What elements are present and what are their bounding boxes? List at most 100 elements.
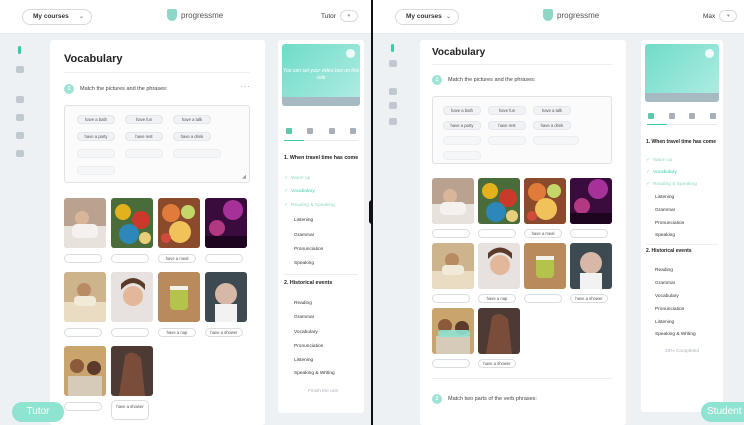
check-icon: ✓ [646, 170, 651, 175]
answer-slot[interactable] [432, 294, 470, 303]
answer-slot[interactable]: have a nap [158, 328, 196, 337]
phrase-chip[interactable]: have a drink [533, 121, 571, 130]
answer-slot[interactable] [111, 328, 149, 337]
notes-icon[interactable] [16, 96, 24, 103]
lesson-link[interactable]: ✓ Vocabulary [284, 189, 315, 194]
lesson-link[interactable]: Grammar [655, 281, 675, 286]
lesson-link[interactable]: Pronunciation [655, 307, 684, 312]
picture-drink [524, 243, 566, 289]
used-phrase-chip [443, 136, 481, 145]
answer-slot[interactable]: have a meal [524, 229, 562, 238]
answer-slot[interactable] [64, 402, 102, 411]
resize-handle-icon[interactable]: ◢ [242, 174, 246, 180]
picture-shower [205, 272, 247, 322]
lesson-link[interactable]: Listening [294, 218, 313, 223]
lesson-link[interactable]: Reading [655, 268, 673, 273]
task-instruction: Match the pictures and the phrases: [80, 86, 168, 92]
my-courses-label: My courses [33, 13, 69, 20]
lesson-link[interactable]: Vocabulary [294, 330, 318, 335]
lesson-link[interactable]: ✓ Warm up [284, 176, 310, 181]
answer-slot[interactable] [432, 229, 470, 238]
phrase-chip[interactable]: have a drink [173, 132, 211, 141]
page-title: Vocabulary [64, 53, 123, 65]
lesson-link[interactable]: Listening [655, 195, 674, 200]
picture-meal [158, 198, 200, 248]
stats-tab-icon[interactable] [350, 128, 357, 134]
lesson-link[interactable]: Speaking [655, 233, 675, 238]
lesson-tab-icon[interactable] [285, 128, 292, 134]
answer-slot[interactable] [570, 229, 608, 238]
lesson-link[interactable]: Listening [655, 320, 674, 325]
answer-slot[interactable] [205, 254, 243, 263]
lesson-tab-icon[interactable] [648, 113, 655, 119]
chevron-down-icon: ▾ [339, 10, 358, 22]
phrase-chip[interactable]: have rest [488, 121, 526, 130]
lesson-link[interactable]: Grammar [294, 233, 314, 238]
used-phrase-chip [173, 149, 221, 158]
user-menu[interactable]: Tutor ▾ [321, 10, 358, 22]
answer-slot[interactable]: have a shower [205, 328, 243, 337]
phrase-chip[interactable]: have a bath [77, 115, 115, 124]
lesson-link[interactable]: Grammar [294, 315, 314, 320]
answer-slot[interactable] [64, 328, 102, 337]
answer-slot[interactable] [111, 254, 149, 263]
brand-logo[interactable]: progressme [543, 9, 599, 21]
lesson-link[interactable]: Listening [294, 358, 313, 363]
lesson-icon[interactable] [391, 44, 394, 52]
phrase-chip[interactable]: have a party [77, 132, 115, 141]
user-menu[interactable]: Max ▾ [703, 10, 738, 22]
phrase-chip[interactable]: have a party [443, 121, 481, 130]
notes-icon[interactable] [389, 88, 397, 95]
more-options-icon[interactable]: ··· [240, 82, 251, 91]
lesson-link[interactable]: Speaking [294, 261, 314, 266]
lesson-link[interactable]: Pronunciation [655, 221, 684, 226]
lesson-link[interactable]: Vocabulary [655, 294, 679, 299]
answer-slot[interactable] [432, 359, 470, 368]
book-icon[interactable] [389, 60, 397, 67]
answer-slot[interactable]: have a shower [111, 400, 149, 420]
answer-slot[interactable]: have a shower [570, 294, 608, 303]
phrase-chip[interactable]: have fun [488, 106, 526, 115]
settings-icon[interactable] [16, 150, 24, 157]
camera-icon[interactable] [346, 49, 355, 58]
chat-tab-icon[interactable] [307, 128, 314, 134]
files-tab-icon[interactable] [689, 113, 696, 119]
chat-tab-icon[interactable] [668, 113, 675, 119]
phrase-chip[interactable]: have a talk [533, 106, 571, 115]
answer-slot[interactable]: have a shower [478, 359, 516, 368]
answer-slot[interactable]: have a meal [158, 254, 196, 263]
lesson-link[interactable]: ✓ Reading & Speaking [284, 203, 335, 208]
phrase-chip[interactable]: have a talk [173, 115, 211, 124]
users-icon[interactable] [389, 118, 397, 125]
stats-tab-icon[interactable] [709, 113, 716, 119]
dictionary-icon[interactable] [389, 102, 397, 109]
my-courses-dropdown[interactable]: My courses ⌄ [395, 9, 459, 25]
lesson-link[interactable]: Grammar [655, 208, 675, 213]
answer-slot[interactable] [64, 254, 102, 263]
brand-logo[interactable]: progressme [167, 9, 223, 21]
finish-unit-link[interactable]: Finish the unit [308, 389, 338, 394]
users-icon[interactable] [16, 132, 24, 139]
lesson-link[interactable]: Speaking & Writing [655, 332, 696, 337]
book-icon[interactable] [16, 66, 24, 73]
phrase-chip[interactable]: have fun [125, 115, 163, 124]
lesson-link[interactable]: Reading [294, 301, 312, 306]
lesson-link[interactable]: ✓ Reading & Speaking [646, 182, 697, 187]
files-tab-icon[interactable] [328, 128, 335, 134]
section-title: 1. When travel time has come [284, 155, 359, 161]
picture-bath [64, 198, 106, 248]
phrase-chip[interactable]: have rest [125, 132, 163, 141]
lesson-icon[interactable] [18, 46, 21, 54]
my-courses-dropdown[interactable]: My courses ⌄ [22, 9, 92, 25]
answer-slot[interactable]: have a nap [478, 294, 516, 303]
dictionary-icon[interactable] [16, 114, 24, 121]
lesson-link[interactable]: ✓ Warm up [646, 158, 672, 163]
phrase-chip[interactable]: have a bath [443, 106, 481, 115]
lesson-link[interactable]: Pronunciation [294, 344, 323, 349]
answer-slot[interactable] [478, 229, 516, 238]
lesson-link[interactable]: Pronunciation [294, 247, 323, 252]
lesson-link[interactable]: Speaking & Writing [294, 371, 335, 376]
answer-slot[interactable] [524, 294, 562, 303]
lesson-link[interactable]: ✓ Vocabulary [646, 170, 677, 175]
camera-icon[interactable] [705, 49, 714, 58]
